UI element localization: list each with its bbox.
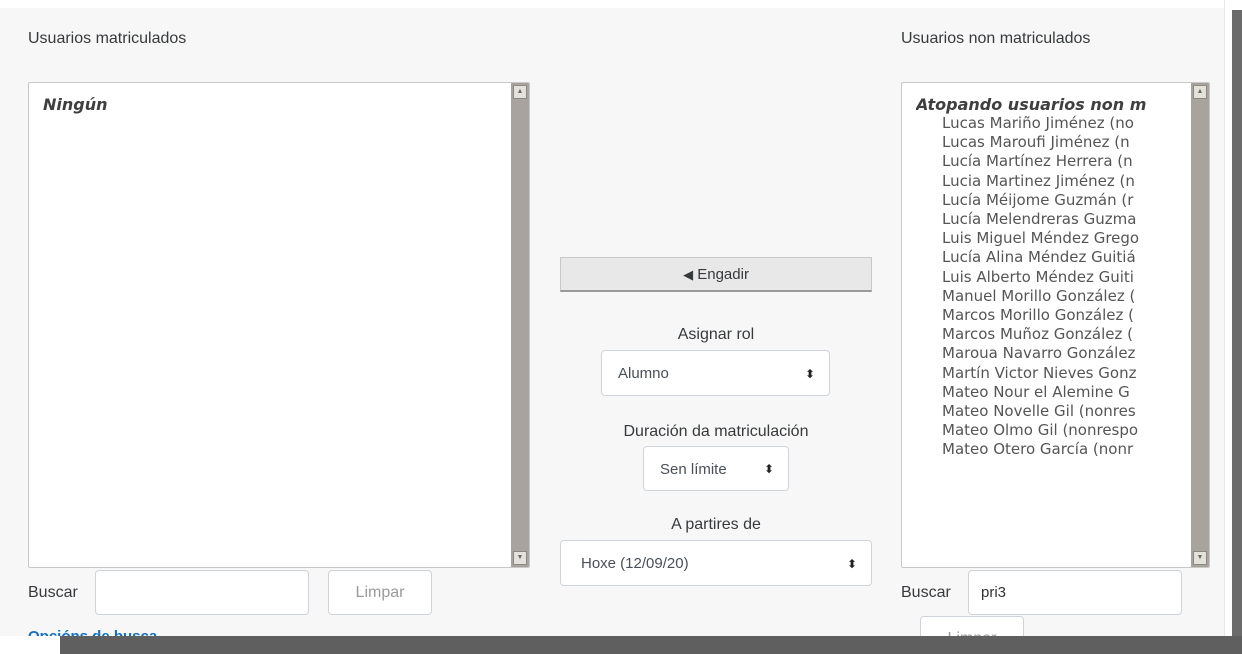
user-list-item[interactable]: Lucas Mariño Jiménez (no <box>916 114 1188 133</box>
user-list-item[interactable]: Lucía Martínez Herrera (n <box>916 152 1188 171</box>
enrolled-search-input[interactable] <box>95 570 309 615</box>
user-list-item[interactable]: Marcos Morillo González ( <box>916 306 1188 325</box>
select-caret-icon: ⬍ <box>804 367 815 381</box>
start-date-select[interactable]: Hoxe (12/09/20) ⬍ <box>560 540 872 586</box>
bottom-shadow-bar <box>60 636 1242 654</box>
enrolled-list-scrollbar[interactable]: ▲ ▼ <box>511 83 529 567</box>
user-list-item[interactable]: Manuel Morillo González ( <box>916 287 1188 306</box>
user-list-items: Lucas Mariño Jiménez (no Lucas Maroufi Ji… <box>916 114 1188 460</box>
not-enrolled-search-input[interactable]: pri3 <box>968 570 1182 615</box>
scroll-down-icon[interactable]: ▼ <box>513 551 527 565</box>
search-options-link[interactable]: Opcións de busca <box>28 628 157 636</box>
enrolled-users-list[interactable]: Ningún ▲ ▼ <box>28 82 530 568</box>
user-list-item[interactable]: Luis Miguel Méndez Grego <box>916 229 1188 248</box>
scroll-up-icon[interactable]: ▲ <box>513 85 527 99</box>
duration-select-value: Sen límite <box>660 461 727 478</box>
select-caret-icon: ⬍ <box>846 557 857 571</box>
bottom-left-edge <box>0 636 60 654</box>
enrolled-clear-button[interactable]: Limpar <box>328 570 432 615</box>
user-list-item[interactable]: Lucía Méijome Guzmán (r <box>916 191 1188 210</box>
user-list-item[interactable]: Mateo Novelle Gil (nonres <box>916 402 1188 421</box>
start-date-select-value: Hoxe (12/09/20) <box>581 555 689 572</box>
user-list-item[interactable]: Mateo Olmo Gil (nonrespo <box>916 421 1188 440</box>
role-select-value: Alumno <box>618 365 669 382</box>
not-enrolled-users-list[interactable]: Atopando usuarios non m Lucas Mariño Jim… <box>901 82 1210 568</box>
not-enrolled-users-heading: Usuarios non matriculados <box>901 30 1091 47</box>
enrolled-users-heading: Usuarios matriculados <box>28 30 187 47</box>
left-arrow-icon: ◀ <box>683 267 694 282</box>
user-list-item[interactable]: Lucía Melendreras Guzma <box>916 210 1188 229</box>
user-list-item[interactable]: Marcos Muñoz González ( <box>916 325 1188 344</box>
not-enrolled-group-label: Atopando usuarios non m <box>916 95 1147 114</box>
scroll-up-icon[interactable]: ▲ <box>1193 85 1207 99</box>
top-band <box>0 0 1224 8</box>
scroll-down-icon[interactable]: ▼ <box>1193 551 1207 565</box>
not-enrolled-list-content: Atopando usuarios non m Lucas Mariño Jim… <box>916 95 1188 460</box>
role-select[interactable]: Alumno ⬍ <box>601 350 830 396</box>
add-button-label: Engadir <box>697 266 749 283</box>
start-date-label: A partires de <box>671 516 761 533</box>
user-list-item[interactable]: Martín Victor Nieves Gonz <box>916 364 1188 383</box>
enrolled-search-label: Buscar <box>28 584 78 601</box>
user-list-item[interactable]: Lucia Martinez Jiménez (n <box>916 172 1188 191</box>
not-enrolled-clear-button[interactable]: Limpar <box>920 616 1024 636</box>
assign-role-label: Asignar rol <box>677 326 755 343</box>
user-list-item[interactable]: Maroua Navarro González <box>916 344 1188 363</box>
duration-label: Duración da matriculación <box>623 423 809 440</box>
select-caret-icon: ⬍ <box>763 462 774 476</box>
user-list-item[interactable]: Mateo Nour el Alemine G <box>916 383 1188 402</box>
not-enrolled-list-scrollbar[interactable]: ▲ ▼ <box>1191 83 1209 567</box>
enrolled-group-label: Ningún <box>43 95 108 114</box>
user-list-item[interactable]: Lucas Maroufi Jiménez (n <box>916 133 1188 152</box>
enrolment-dialog: Usuarios matriculados Ningún ▲ ▼ Buscar … <box>0 0 1224 636</box>
user-list-item[interactable]: Mateo Otero García (nonr <box>916 440 1188 459</box>
not-enrolled-search-label: Buscar <box>901 584 951 601</box>
user-list-item[interactable]: Luis Alberto Méndez Guiti <box>916 268 1188 287</box>
duration-select[interactable]: Sen límite ⬍ <box>643 446 789 491</box>
user-list-item[interactable]: Lucía Alina Méndez Guitiá <box>916 248 1188 267</box>
add-button[interactable]: ◀ Engadir <box>560 257 872 292</box>
right-shadow <box>1232 10 1242 640</box>
